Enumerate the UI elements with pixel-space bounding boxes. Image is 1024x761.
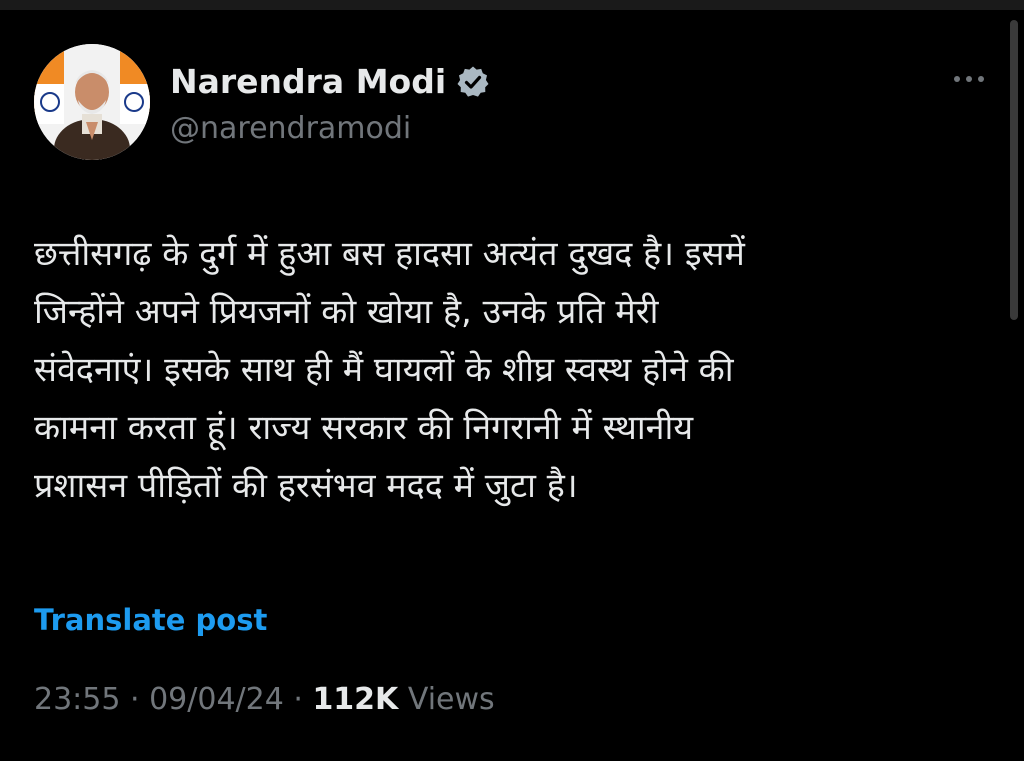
author-header: Narendra Modi bbox=[170, 60, 490, 104]
tweet-text-line: जिन्होंने अपने प्रियजनों को खोया है, उनक… bbox=[34, 292, 659, 332]
tweet-text-line: संवेदनाएं। इसके साथ ही मैं घायलों के शीघ… bbox=[34, 350, 734, 390]
scrollbar[interactable] bbox=[1010, 20, 1018, 320]
dot bbox=[954, 76, 960, 82]
dot bbox=[966, 76, 972, 82]
author-handle[interactable]: @narendramodi bbox=[170, 108, 411, 150]
views-label: Views bbox=[398, 682, 495, 717]
profile-photo bbox=[34, 44, 150, 160]
tweet-text-line: छत्तीसगढ़ के दुर्ग में हुआ बस हादसा अत्य… bbox=[34, 234, 745, 274]
tweet-metadata: 23:55 · 09/04/24 · 112K Views bbox=[34, 680, 495, 720]
translate-post-link[interactable]: Translate post bbox=[34, 600, 267, 640]
tweet-text-line: कामना करता हूं। राज्य सरकार की निगरानी म… bbox=[34, 408, 694, 448]
dot bbox=[978, 76, 984, 82]
post-time[interactable]: 23:55 bbox=[34, 682, 120, 717]
post-date[interactable]: 09/04/24 bbox=[149, 682, 284, 717]
more-options-icon[interactable] bbox=[946, 64, 992, 94]
tweet-text-line: प्रशासन पीड़ितों की हरसंभव मदद में जुटा … bbox=[34, 466, 578, 506]
views-count: 112K bbox=[312, 682, 399, 717]
top-bar bbox=[0, 0, 1024, 10]
separator: · bbox=[283, 682, 313, 717]
avatar[interactable] bbox=[34, 44, 150, 160]
verified-badge-icon bbox=[456, 65, 490, 99]
author-name[interactable]: Narendra Modi bbox=[170, 60, 446, 104]
tweet-text: छत्तीसगढ़ के दुर्ग में हुआ बस हादसा अत्य… bbox=[34, 225, 989, 515]
separator: · bbox=[120, 682, 150, 717]
